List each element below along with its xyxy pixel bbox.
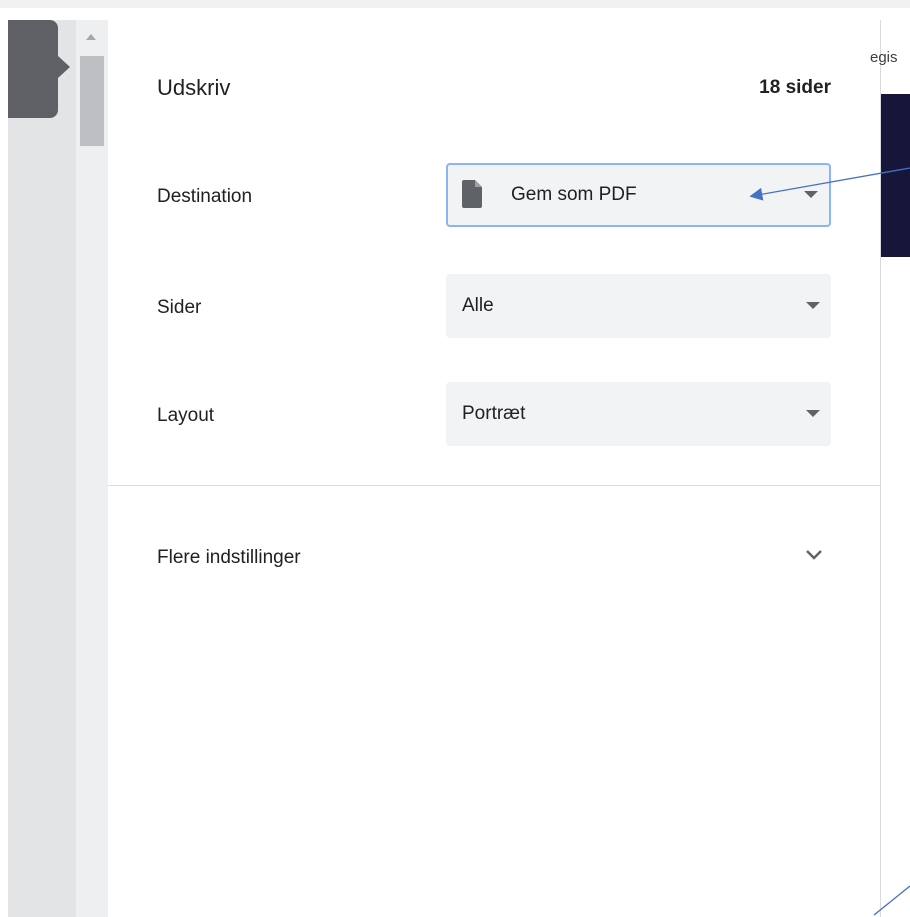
dialog-title: Udskriv [157, 75, 231, 100]
scrollbar-thumb[interactable] [80, 56, 104, 146]
preview-partial-text: egis [870, 49, 898, 66]
sheet-count: 18 sider [759, 77, 831, 98]
side-tab[interactable] [8, 20, 58, 118]
destination-value: Gem som PDF [511, 184, 637, 205]
print-settings-panel: Udskriv 18 sider Destination Gem som PDF… [108, 20, 881, 917]
chevron-down-icon [804, 191, 818, 198]
layout-select[interactable]: Portræt [446, 382, 831, 446]
print-preview: egis [870, 20, 910, 917]
scroll-up-arrow-icon[interactable] [86, 34, 96, 40]
print-dialog-screen: Udskriv 18 sider Destination Gem som PDF… [0, 0, 910, 917]
destination-label: Destination [157, 186, 253, 207]
chevron-down-icon [806, 302, 820, 309]
chevron-down-icon [806, 410, 820, 417]
document-icon [462, 180, 482, 208]
pages-label: Sider [157, 297, 202, 318]
side-tab-pointer [58, 56, 70, 78]
pages-value: Alle [462, 295, 494, 316]
layout-label: Layout [157, 405, 215, 426]
scrollbar[interactable] [76, 20, 108, 917]
left-border [0, 8, 8, 917]
more-settings-label: Flere indstillinger [157, 547, 301, 568]
section-divider [108, 485, 880, 486]
more-settings-toggle[interactable]: Flere indstillinger [108, 520, 880, 596]
top-border [0, 0, 910, 8]
side-rail [8, 20, 76, 917]
preview-header-block [881, 94, 910, 257]
destination-select[interactable]: Gem som PDF [446, 163, 831, 227]
chevron-down-icon [806, 550, 822, 560]
layout-value: Portræt [462, 403, 526, 424]
pages-select[interactable]: Alle [446, 274, 831, 338]
